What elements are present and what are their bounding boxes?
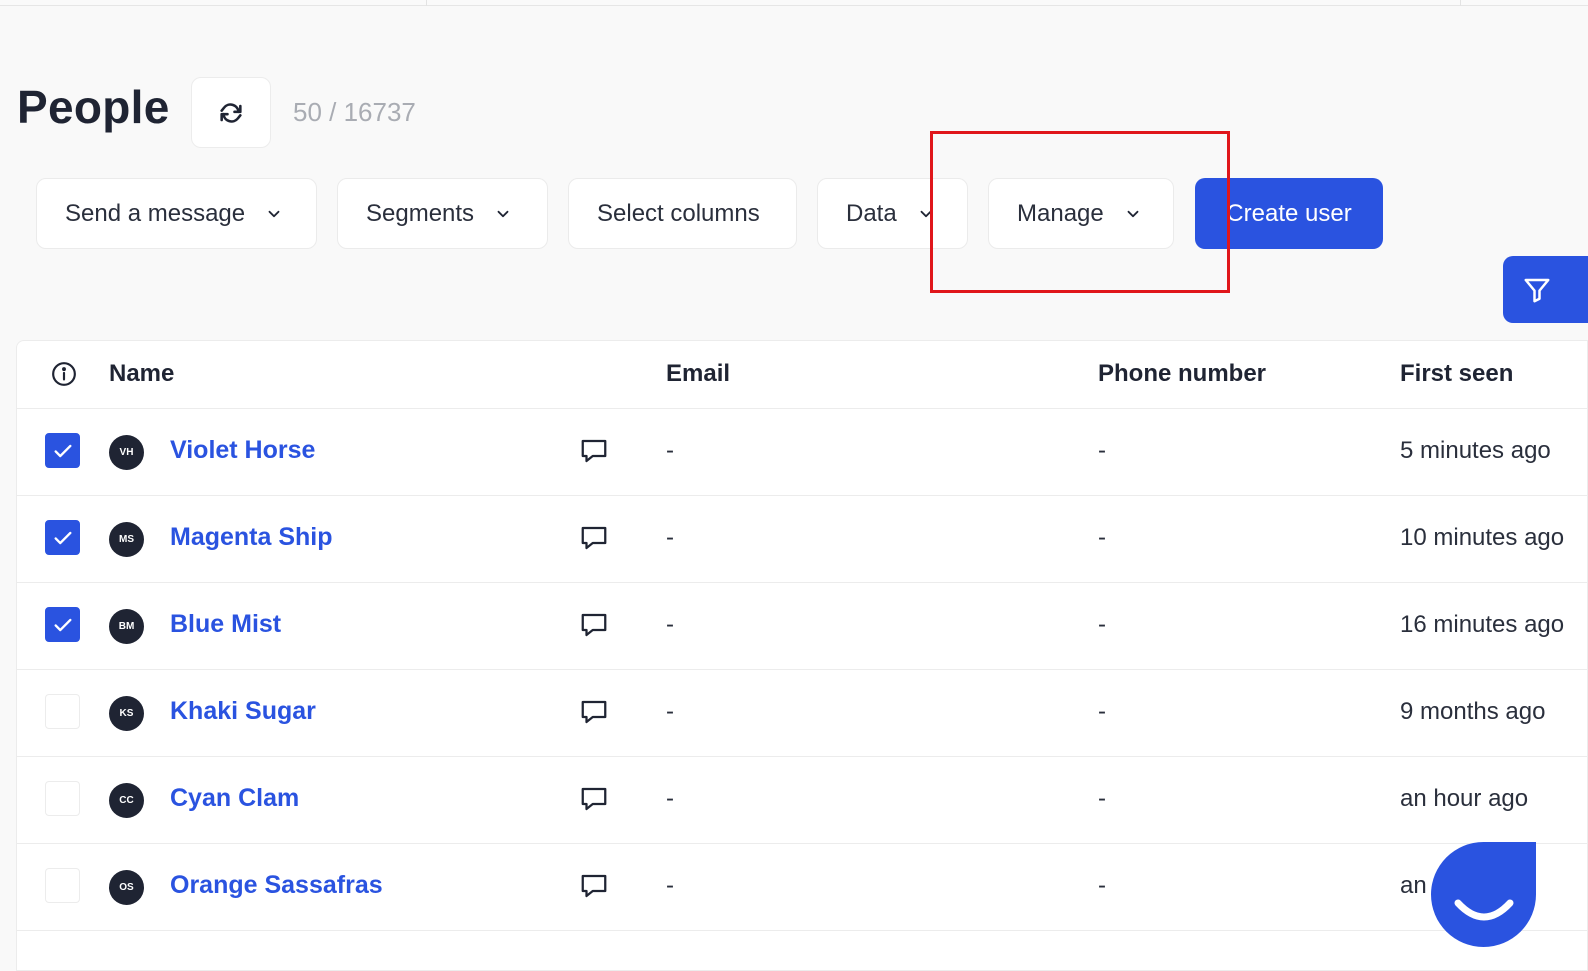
phone-cell: - [1098,524,1106,551]
user-name-link[interactable]: Magenta Ship [170,523,333,552]
phone-cell: - [1098,437,1106,464]
email-cell: - [666,524,674,551]
first-seen-cell: an hour ago [1400,785,1529,812]
column-header-first-seen[interactable]: First seen [1400,360,1513,388]
row-checkbox[interactable] [45,694,80,729]
avatar: VH [109,435,144,470]
avatar: BM [109,609,144,644]
avatar: KS [109,696,144,731]
row-checkbox[interactable] [45,520,80,555]
user-name-link[interactable]: Orange Sassafras [170,871,383,900]
people-table: Name Email Phone number First seen VH Vio… [16,340,1588,971]
user-name-link[interactable]: Khaki Sugar [170,697,316,726]
filter-icon [1524,278,1549,302]
manage-dropdown[interactable]: Manage [988,178,1174,249]
page-title: People [17,81,170,133]
first-seen-cell: 9 months ago [1400,698,1546,725]
email-cell: - [666,611,674,638]
column-header-name[interactable]: Name [109,360,174,388]
info-icon[interactable] [51,361,77,392]
table-row: OS Orange Sassafras - - an [17,844,1587,931]
phone-cell: - [1098,785,1106,812]
manage-label: Manage [1017,199,1104,227]
table-row: CC Cyan Clam - - an hour ago [17,757,1587,844]
top-bar [0,0,1588,6]
row-checkbox[interactable] [45,607,80,642]
chevron-down-icon [265,205,283,223]
message-icon[interactable] [579,697,609,732]
select-columns-label: Select columns [597,199,760,227]
people-count: 50 / 16737 [293,97,416,127]
email-cell: - [666,872,674,899]
chevron-down-icon [917,205,935,223]
message-icon[interactable] [579,523,609,558]
select-columns-button[interactable]: Select columns [568,178,797,249]
email-cell: - [666,785,674,812]
first-seen-cell: 5 minutes ago [1400,437,1551,464]
refresh-icon [220,102,242,123]
phone-cell: - [1098,611,1106,638]
message-icon[interactable] [579,610,609,645]
segments-label: Segments [366,199,475,227]
message-icon[interactable] [579,871,609,906]
message-icon[interactable] [579,784,609,819]
send-message-label: Send a message [65,199,246,227]
table-row: BM Blue Mist - - 16 minutes ago [17,583,1587,670]
send-message-dropdown[interactable]: Send a message [36,178,317,249]
data-label: Data [846,199,897,227]
chat-launcher-icon [1454,899,1513,920]
refresh-button[interactable] [191,77,271,148]
segments-dropdown[interactable]: Segments [337,178,548,249]
divider [1460,0,1461,6]
user-name-link[interactable]: Blue Mist [170,610,281,639]
table-row: MS Magenta Ship - - 10 minutes ago [17,496,1587,583]
avatar: OS [109,870,144,905]
table-row: KS Khaki Sugar - - 9 months ago [17,670,1587,757]
check-icon [53,618,72,631]
row-checkbox[interactable] [45,868,80,903]
phone-cell: - [1098,872,1106,899]
check-icon [53,444,72,457]
phone-cell: - [1098,698,1106,725]
user-name-link[interactable]: Cyan Clam [170,784,299,813]
column-header-email[interactable]: Email [666,360,730,388]
table-header: Name Email Phone number First seen [17,341,1587,409]
first-seen-cell: 10 minutes ago [1400,524,1565,551]
check-icon [53,531,72,544]
table-row: VH Violet Horse - - 5 minutes ago [17,409,1587,496]
chevron-down-icon [1124,205,1142,223]
message-icon[interactable] [579,436,609,471]
avatar: MS [109,522,144,557]
chevron-down-icon [494,205,512,223]
chat-launcher-button[interactable] [1431,842,1536,947]
email-cell: - [666,698,674,725]
filter-button[interactable] [1503,256,1588,323]
first-seen-cell: 16 minutes ago [1400,611,1565,638]
first-seen-cell: an [1400,872,1427,899]
create-user-button[interactable]: Create user [1195,178,1383,249]
divider [426,0,427,6]
avatar: CC [109,783,144,818]
row-checkbox[interactable] [45,781,80,816]
row-checkbox[interactable] [45,433,80,468]
data-dropdown[interactable]: Data [817,178,968,249]
email-cell: - [666,437,674,464]
user-name-link[interactable]: Violet Horse [170,436,315,465]
column-header-phone[interactable]: Phone number [1098,360,1266,388]
